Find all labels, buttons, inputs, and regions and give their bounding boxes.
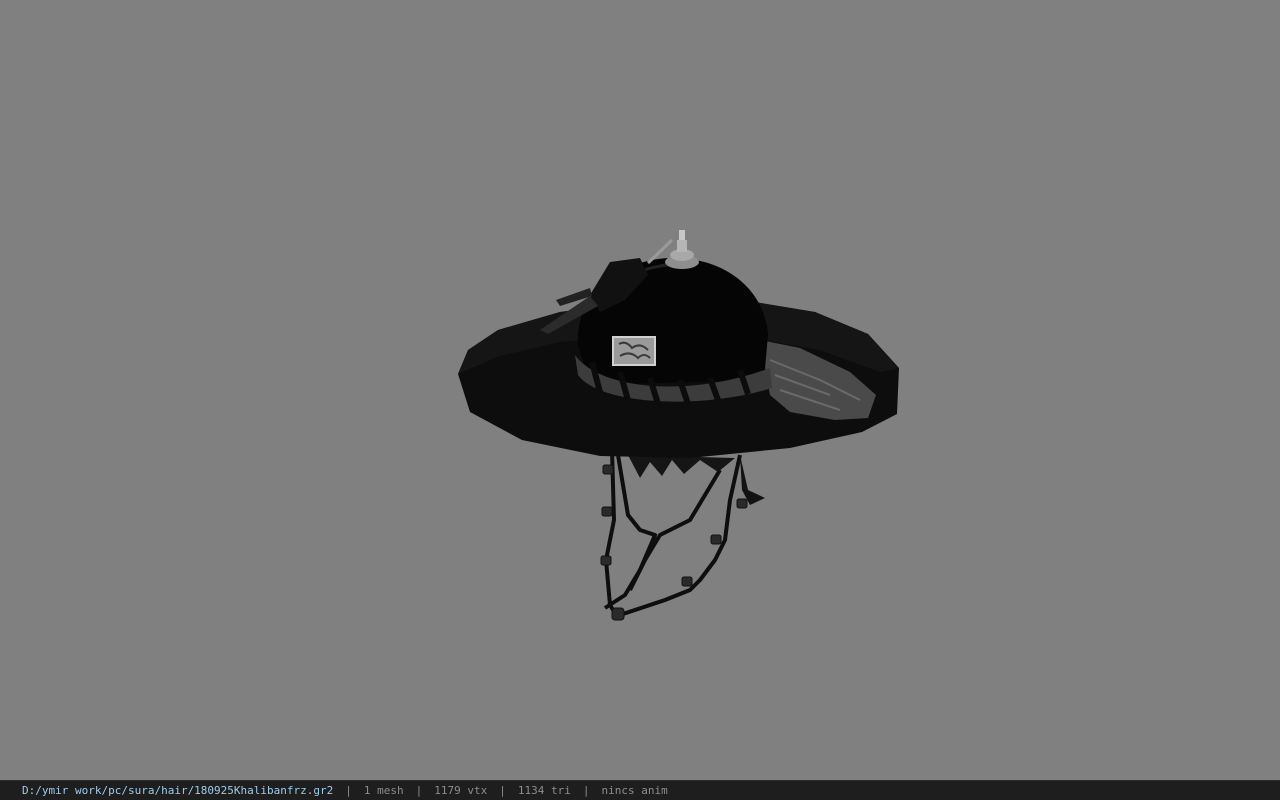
separator: | [582,784,590,797]
separator: | [499,784,506,797]
anim-status: nincs anim [601,784,668,797]
hat-strings [603,449,742,620]
separator: | [345,784,352,797]
file-path: D:/ymir work/pc/sura/hair/180925Khaliban… [22,784,334,797]
separator: | [415,784,423,797]
3d-viewport[interactable] [0,0,1280,780]
hat-model [458,230,899,621]
hat-emblem [612,336,656,366]
status-bar: D:/ymir work/pc/sura/hair/180925Khaliban… [0,780,1280,800]
mesh-count: 1 mesh [363,784,404,797]
triangle-count: 1134 tri [517,784,571,797]
vertex-count: 1179 vtx [434,784,488,797]
